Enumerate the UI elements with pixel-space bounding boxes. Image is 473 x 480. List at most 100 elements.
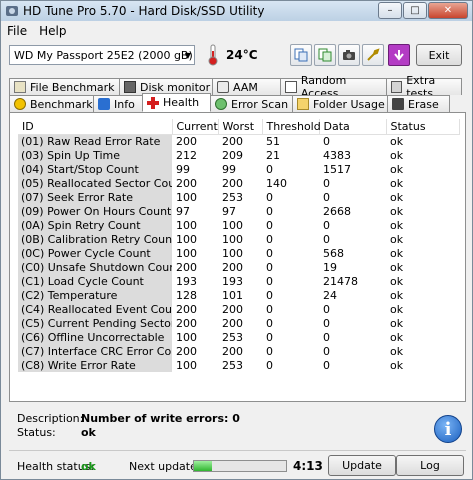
- table-row[interactable]: (07) Seek Error Rate 100 253 0 0 ok: [18, 190, 459, 204]
- cell-id: (C6) Offline Uncorrectable: [18, 330, 172, 344]
- col-header-threshold[interactable]: Threshold: [262, 119, 321, 135]
- status-label: Status:: [17, 426, 56, 439]
- tab-error-scan[interactable]: Error Scan: [210, 95, 293, 112]
- table-row[interactable]: (C2) Temperature 128 101 0 24 ok: [18, 288, 459, 302]
- cell-worst: 100: [222, 232, 243, 246]
- col-header-current[interactable]: Current: [172, 119, 219, 135]
- cell-current: 100: [176, 232, 197, 246]
- cell-worst: 97: [222, 204, 236, 218]
- progress-fill: [194, 461, 213, 471]
- table-row[interactable]: (C0) Unsafe Shutdown Count 200 200 0 19 ok: [18, 260, 459, 274]
- tab-random-access[interactable]: Random Access: [280, 74, 387, 100]
- cell-id: (03) Spin Up Time: [18, 148, 172, 162]
- cell-data: 0: [323, 190, 330, 204]
- tabs-bottom: Benchmark Info Health Error Scan Folder …: [9, 93, 450, 112]
- table-row[interactable]: (09) Power On Hours Count 97 97 0 2668 ok: [18, 204, 459, 218]
- cell-id: (C5) Current Pending Sector: [18, 316, 172, 330]
- cell-status: ok: [390, 274, 404, 288]
- cell-status: ok: [390, 246, 404, 260]
- tab-erase[interactable]: Erase: [387, 95, 450, 112]
- menu-bar: File Help: [1, 22, 472, 40]
- folder-icon: [297, 98, 309, 110]
- table-row[interactable]: (0C) Power Cycle Count 100 100 0 568 ok: [18, 246, 459, 260]
- menu-help[interactable]: Help: [33, 24, 72, 38]
- copy-text-button[interactable]: [290, 44, 312, 66]
- cell-worst: 253: [222, 330, 243, 344]
- update-button[interactable]: Update: [328, 455, 396, 476]
- cell-threshold: 0: [266, 204, 273, 218]
- maximize-button[interactable]: □: [403, 2, 427, 19]
- tab-folder-usage[interactable]: Folder Usage: [292, 95, 388, 112]
- cell-data: 0: [323, 344, 330, 358]
- cell-data: 21478: [323, 274, 358, 288]
- table-row[interactable]: (C4) Reallocated Event Count 200 200 0 0 ok: [18, 302, 459, 316]
- log-button[interactable]: Log: [396, 455, 464, 476]
- col-header-status[interactable]: Status: [386, 119, 460, 135]
- col-header-worst[interactable]: Worst: [218, 119, 263, 135]
- save-button[interactable]: [388, 44, 410, 66]
- disk-monitor-icon: [124, 81, 136, 93]
- cell-current: 200: [176, 260, 197, 274]
- tab-info[interactable]: Info: [93, 95, 143, 112]
- cell-id: (04) Start/Stop Count: [18, 162, 172, 176]
- col-header-id[interactable]: ID: [18, 119, 173, 135]
- options-button[interactable]: [362, 44, 384, 66]
- thermometer-icon: [208, 44, 218, 66]
- copy-all-button[interactable]: [314, 44, 336, 66]
- tabs-top: File Benchmark Disk monitor AAM Random A…: [9, 74, 462, 100]
- table-row[interactable]: (C8) Write Error Rate 100 253 0 0 ok: [18, 358, 459, 372]
- screenshot-button[interactable]: [338, 44, 360, 66]
- table-row[interactable]: (03) Spin Up Time 212 209 21 4383 ok: [18, 148, 459, 162]
- tab-aam[interactable]: AAM: [212, 78, 281, 95]
- drive-select[interactable]: WD My Passport 25E2 (2000 gB) ▼: [9, 45, 195, 65]
- tab-extra-tests[interactable]: Extra tests: [386, 74, 462, 100]
- exit-button[interactable]: Exit: [416, 44, 462, 66]
- cell-id: (C0) Unsafe Shutdown Count: [18, 260, 172, 274]
- cell-status: ok: [390, 176, 404, 190]
- tab-benchmark[interactable]: Benchmark: [9, 95, 94, 112]
- table-row[interactable]: (04) Start/Stop Count 99 99 0 1517 ok: [18, 162, 459, 176]
- info-icon[interactable]: i: [434, 415, 462, 443]
- status-bar: Health status: ok Next update: 4:13 Upda…: [9, 450, 466, 478]
- app-icon: [6, 6, 18, 16]
- tab-health[interactable]: Health: [142, 93, 211, 112]
- table-row[interactable]: (0A) Spin Retry Count 100 100 0 0 ok: [18, 218, 459, 232]
- tab-erase-label: Erase: [408, 97, 439, 111]
- cell-status: ok: [390, 302, 404, 316]
- table-row[interactable]: (C7) Interface CRC Error Count 200 200 0 0 ok: [18, 344, 459, 358]
- table-row[interactable]: (C1) Load Cycle Count 193 193 0 21478 ok: [18, 274, 459, 288]
- table-row[interactable]: (C6) Offline Uncorrectable 100 253 0 0 ok: [18, 330, 459, 344]
- cell-current: 212: [176, 148, 197, 162]
- tab-file-benchmark[interactable]: File Benchmark: [9, 78, 120, 95]
- cell-id: (C4) Reallocated Event Count: [18, 302, 172, 316]
- cell-data: 19: [323, 260, 337, 274]
- cell-current: 200: [176, 176, 197, 190]
- extra-tests-icon: [391, 81, 403, 93]
- cell-data: 2668: [323, 204, 351, 218]
- cell-threshold: 0: [266, 358, 273, 372]
- cell-current: 100: [176, 358, 197, 372]
- benchmark-icon: [14, 98, 26, 110]
- description-label: Description:: [17, 412, 84, 425]
- random-access-icon: [285, 81, 297, 93]
- toolbar: WD My Passport 25E2 (2000 gB) ▼ 24°C Exi…: [1, 41, 472, 71]
- cell-status: ok: [390, 260, 404, 274]
- title-bar[interactable]: HD Tune Pro 5.70 - Hard Disk/SSD Utility…: [1, 1, 472, 21]
- table-row[interactable]: (0B) Calibration Retry Count 100 100 0 0 ok: [18, 232, 459, 246]
- cell-status: ok: [390, 218, 404, 232]
- menu-file[interactable]: File: [1, 24, 33, 38]
- cell-threshold: 0: [266, 288, 273, 302]
- table-row[interactable]: (C5) Current Pending Sector 200 200 0 0 ok: [18, 316, 459, 330]
- cell-status: ok: [390, 148, 404, 162]
- cell-data: 0: [323, 330, 330, 344]
- minimize-button[interactable]: –: [378, 2, 402, 19]
- col-header-data[interactable]: Data: [319, 119, 387, 135]
- copy-icon: [294, 48, 308, 62]
- table-row[interactable]: (05) Reallocated Sector Count 200 200 140 0 o…: [18, 176, 459, 190]
- cell-id: (01) Raw Read Error Rate: [18, 134, 172, 148]
- cell-threshold: 140: [266, 176, 287, 190]
- health-status-value: ok: [81, 460, 96, 473]
- close-button[interactable]: ✕: [428, 2, 468, 19]
- table-row[interactable]: (01) Raw Read Error Rate 200 200 51 0 ok: [18, 134, 459, 148]
- wrench-icon: [367, 48, 380, 61]
